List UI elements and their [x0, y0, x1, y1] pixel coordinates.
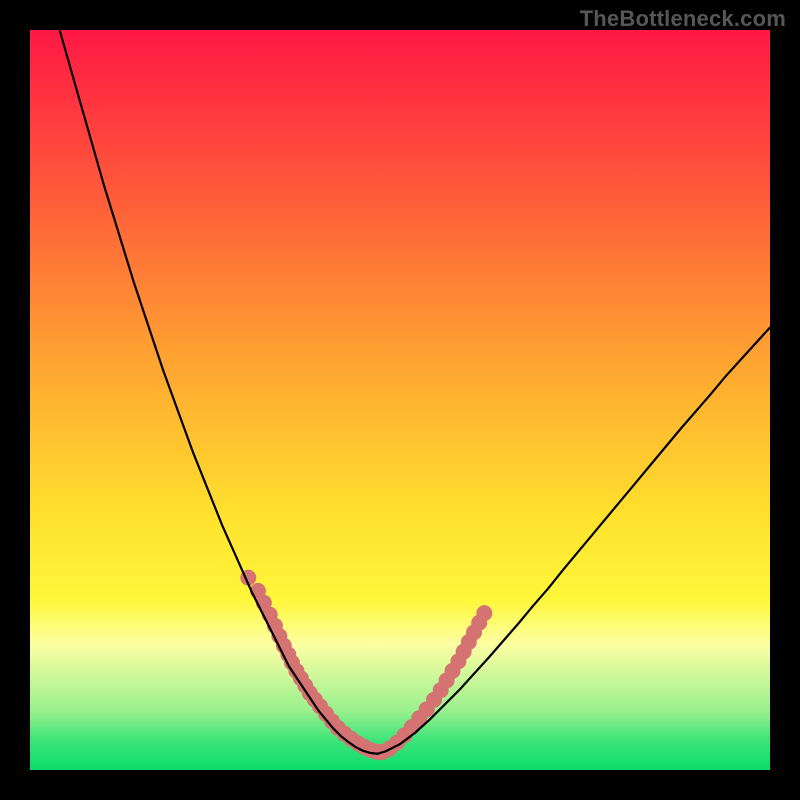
plot-area — [30, 30, 770, 770]
marker-group — [240, 570, 492, 761]
watermark-text: TheBottleneck.com — [580, 6, 786, 32]
chart-stage: TheBottleneck.com — [0, 0, 800, 800]
bottleneck-curve — [60, 30, 770, 754]
curve-layer — [30, 30, 770, 770]
curve-marker — [476, 605, 492, 621]
